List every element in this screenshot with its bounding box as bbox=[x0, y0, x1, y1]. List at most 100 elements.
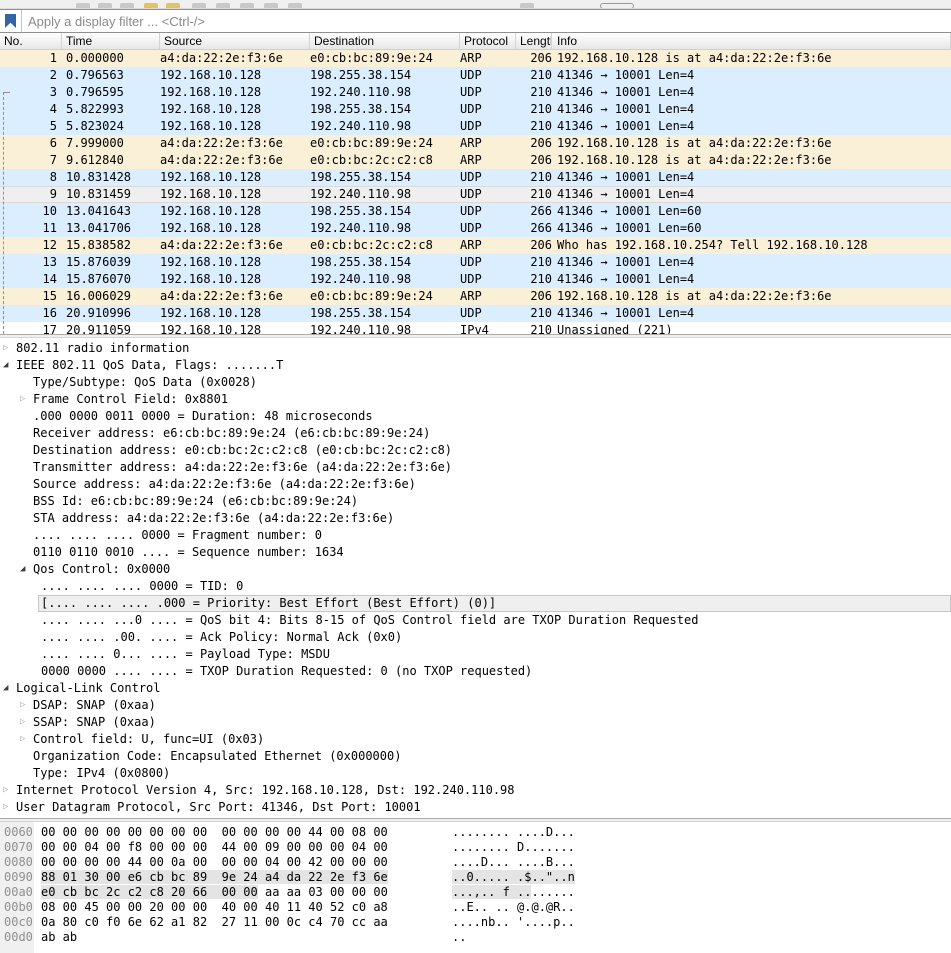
column-header-length[interactable]: Length bbox=[516, 33, 552, 49]
tree-expanded-icon[interactable]: ◢ bbox=[20, 561, 25, 578]
tree-collapsed-icon[interactable]: ▷ bbox=[3, 799, 8, 816]
column-header-info[interactable]: Info bbox=[552, 33, 951, 49]
packet-list-pane[interactable]: No.TimeSourceDestinationProtocolLengthIn… bbox=[0, 33, 951, 334]
packet-row-6[interactable]: 67.999000a4:da:22:2e:f3:6ee0:cb:bc:89:9e… bbox=[0, 135, 951, 152]
detail-row-3[interactable]: Type/Subtype: QoS Data (0x0028) bbox=[0, 374, 951, 391]
tree-expanded-icon[interactable]: ◢ bbox=[3, 680, 8, 697]
hex-bytes[interactable]: 88 01 30 00 e6 cb bc 89 9e 24 a4 da 22 2… bbox=[41, 870, 388, 885]
detail-row-15[interactable]: .... .... .... 0000 = TID: 0 bbox=[0, 578, 951, 595]
cell-no: 7 bbox=[0, 152, 62, 169]
detail-row-19[interactable]: .... .... 0... .... = Payload Type: MSDU bbox=[0, 646, 951, 663]
packet-row-15[interactable]: 1516.006029a4:da:22:2e:f3:6ee0:cb:bc:89:… bbox=[0, 288, 951, 305]
hex-ascii[interactable]: ..E.. .. @.@.@R.. bbox=[452, 900, 575, 915]
detail-row-20[interactable]: 0000 0000 .... .... = TXOP Duration Requ… bbox=[0, 663, 951, 680]
detail-row-12[interactable]: .... .... .... 0000 = Fragment number: 0 bbox=[0, 527, 951, 544]
column-header-source[interactable]: Source bbox=[160, 33, 310, 49]
detail-row-2[interactable]: ◢IEEE 802.11 QoS Data, Flags: .......T bbox=[0, 357, 951, 374]
hex-bytes[interactable]: 0a 80 c0 f0 6e 62 a1 82 27 11 00 0c c4 7… bbox=[41, 915, 388, 930]
detail-row-27[interactable]: ▷Internet Protocol Version 4, Src: 192.1… bbox=[0, 782, 951, 799]
column-header-time[interactable]: Time bbox=[62, 33, 160, 49]
packet-row-13[interactable]: 1315.876039192.168.10.128198.255.38.154U… bbox=[0, 254, 951, 271]
detail-row-6[interactable]: Receiver address: e6:cb:bc:89:9e:24 (e6:… bbox=[0, 425, 951, 442]
hex-bytes[interactable]: 00 00 00 00 44 00 0a 00 00 00 04 00 42 0… bbox=[41, 855, 388, 870]
cell-no: 15 bbox=[0, 288, 62, 305]
packet-row-2[interactable]: 20.796563192.168.10.128198.255.38.154UDP… bbox=[0, 67, 951, 84]
detail-row-17[interactable]: .... .... ...0 .... = QoS bit 4: Bits 8-… bbox=[0, 612, 951, 629]
packet-row-10[interactable]: 1013.041643192.168.10.128198.255.38.154U… bbox=[0, 203, 951, 220]
column-header-no[interactable]: No. bbox=[0, 33, 62, 49]
cell-destination: 198.255.38.154 bbox=[310, 101, 460, 118]
packet-row-16[interactable]: 1620.910996192.168.10.128198.255.38.154U… bbox=[0, 305, 951, 322]
detail-row-4[interactable]: ▷Frame Control Field: 0x8801 bbox=[0, 391, 951, 408]
detail-row-25[interactable]: Organization Code: Encapsulated Ethernet… bbox=[0, 748, 951, 765]
detail-row-11[interactable]: STA address: a4:da:22:2e:f3:6e (a4:da:22… bbox=[0, 510, 951, 527]
hex-bytes[interactable]: e0 cb bc 2c c2 c8 20 66 00 00 aa aa 03 0… bbox=[41, 885, 388, 900]
tree-collapsed-icon[interactable]: ▷ bbox=[3, 782, 8, 799]
tree-collapsed-icon[interactable]: ▷ bbox=[3, 340, 8, 357]
packet-row-11[interactable]: 1113.041706192.168.10.128192.240.110.98U… bbox=[0, 220, 951, 237]
hex-ascii[interactable]: ........ D....... bbox=[452, 840, 575, 855]
detail-row-28[interactable]: ▷User Datagram Protocol, Src Port: 41346… bbox=[0, 799, 951, 816]
packet-details-pane[interactable]: ▷802.11 radio information◢IEEE 802.11 Qo… bbox=[0, 338, 951, 818]
hex-bytes[interactable]: ab ab bbox=[41, 930, 77, 945]
display-filter-input[interactable] bbox=[22, 10, 951, 32]
filter-bookmark-button[interactable] bbox=[0, 10, 22, 32]
detail-row-26[interactable]: Type: IPv4 (0x0800) bbox=[0, 765, 951, 782]
detail-row-22[interactable]: ▷DSAP: SNAP (0xaa) bbox=[0, 697, 951, 714]
detail-row-10[interactable]: BSS Id: e6:cb:bc:89:9e:24 (e6:cb:bc:89:9… bbox=[0, 493, 951, 510]
detail-row-7[interactable]: Destination address: e0:cb:bc:2c:c2:c8 (… bbox=[0, 442, 951, 459]
cell-no: 14 bbox=[0, 271, 62, 288]
hex-row-00a0[interactable]: 00a0e0 cb bc 2c c2 c8 20 66 00 00 aa aa … bbox=[0, 885, 951, 900]
hex-ascii[interactable]: .. bbox=[452, 930, 466, 945]
detail-row-13[interactable]: 0110 0110 0010 .... = Sequence number: 1… bbox=[0, 544, 951, 561]
column-header-destination[interactable]: Destination bbox=[310, 33, 460, 49]
packet-row-4[interactable]: 45.822993192.168.10.128198.255.38.154UDP… bbox=[0, 101, 951, 118]
detail-row-5[interactable]: .000 0000 0011 0000 = Duration: 48 micro… bbox=[0, 408, 951, 425]
hex-ascii[interactable]: ........ ....D... bbox=[452, 825, 575, 840]
tree-collapsed-icon[interactable]: ▷ bbox=[20, 391, 25, 408]
hex-ascii[interactable]: ...,.. f ........ bbox=[452, 885, 575, 900]
cell-protocol: UDP bbox=[460, 101, 516, 118]
column-header-protocol[interactable]: Protocol bbox=[460, 33, 516, 49]
detail-row-8[interactable]: Transmitter address: a4:da:22:2e:f3:6e (… bbox=[0, 459, 951, 476]
packet-row-14[interactable]: 1415.876070192.168.10.128192.240.110.98U… bbox=[0, 271, 951, 288]
hex-row-00b0[interactable]: 00b008 00 45 00 00 20 00 00 40 00 40 11 … bbox=[0, 900, 951, 915]
hex-row-0090[interactable]: 009088 01 30 00 e6 cb bc 89 9e 24 a4 da … bbox=[0, 870, 951, 885]
hex-row-0060[interactable]: 006000 00 00 00 00 00 00 00 00 00 00 00 … bbox=[0, 825, 951, 840]
hex-ascii[interactable]: ....D... ....B... bbox=[452, 855, 575, 870]
tree-collapsed-icon[interactable]: ▷ bbox=[20, 731, 25, 748]
hex-ascii[interactable]: ....nb.. '....p.. bbox=[452, 915, 575, 930]
hex-row-0070[interactable]: 007000 00 04 00 f8 00 00 00 44 00 09 00 … bbox=[0, 840, 951, 855]
packet-bytes-pane[interactable]: 006000 00 00 00 00 00 00 00 00 00 00 00 … bbox=[0, 822, 951, 953]
hex-bytes[interactable]: 00 00 00 00 00 00 00 00 00 00 00 00 44 0… bbox=[41, 825, 388, 840]
packet-row-1[interactable]: 10.000000a4:da:22:2e:f3:6ee0:cb:bc:89:9e… bbox=[0, 50, 951, 67]
packet-row-17[interactable]: 1720.911059192.168.10.128192.240.110.98I… bbox=[0, 322, 951, 334]
hex-bytes[interactable]: 00 00 04 00 f8 00 00 00 44 00 09 00 00 0… bbox=[41, 840, 388, 855]
cell-destination: 192.240.110.98 bbox=[310, 271, 460, 288]
tree-expanded-icon[interactable]: ◢ bbox=[3, 357, 8, 374]
detail-row-1[interactable]: ▷802.11 radio information bbox=[0, 340, 951, 357]
packet-row-7[interactable]: 79.612840a4:da:22:2e:f3:6ee0:cb:bc:2c:c2… bbox=[0, 152, 951, 169]
hex-ascii[interactable]: ..0..... .$.."..n bbox=[452, 870, 575, 885]
detail-row-24[interactable]: ▷Control field: U, func=UI (0x03) bbox=[0, 731, 951, 748]
detail-row-14[interactable]: ◢Qos Control: 0x0000 bbox=[0, 561, 951, 578]
detail-row-18[interactable]: .... .... .00. .... = Ack Policy: Normal… bbox=[0, 629, 951, 646]
packet-row-8[interactable]: 810.831428192.168.10.128198.255.38.154UD… bbox=[0, 169, 951, 186]
packet-row-3[interactable]: 30.796595192.168.10.128192.240.110.98UDP… bbox=[0, 84, 951, 101]
toolbar-clipped[interactable] bbox=[0, 0, 951, 9]
cell-destination: 192.240.110.98 bbox=[310, 186, 460, 203]
detail-row-9[interactable]: Source address: a4:da:22:2e:f3:6e (a4:da… bbox=[0, 476, 951, 493]
detail-row-23[interactable]: ▷SSAP: SNAP (0xaa) bbox=[0, 714, 951, 731]
packet-row-9[interactable]: 910.831459192.168.10.128192.240.110.98UD… bbox=[0, 186, 951, 203]
tree-collapsed-icon[interactable]: ▷ bbox=[20, 697, 25, 714]
hex-row-0080[interactable]: 008000 00 00 00 44 00 0a 00 00 00 04 00 … bbox=[0, 855, 951, 870]
hex-bytes[interactable]: 08 00 45 00 00 20 00 00 40 00 40 11 40 5… bbox=[41, 900, 388, 915]
hex-row-00d0[interactable]: 00d0ab ab.. bbox=[0, 930, 951, 945]
detail-row-16[interactable]: [.... .... .... .000 = Priority: Best Ef… bbox=[0, 595, 951, 612]
cell-time: 10.831459 bbox=[62, 186, 160, 203]
hex-row-00c0[interactable]: 00c00a 80 c0 f0 6e 62 a1 82 27 11 00 0c … bbox=[0, 915, 951, 930]
packet-row-5[interactable]: 55.823024192.168.10.128192.240.110.98UDP… bbox=[0, 118, 951, 135]
tree-collapsed-icon[interactable]: ▷ bbox=[20, 714, 25, 731]
detail-row-21[interactable]: ◢Logical-Link Control bbox=[0, 680, 951, 697]
packet-row-12[interactable]: 1215.838582a4:da:22:2e:f3:6ee0:cb:bc:2c:… bbox=[0, 237, 951, 254]
